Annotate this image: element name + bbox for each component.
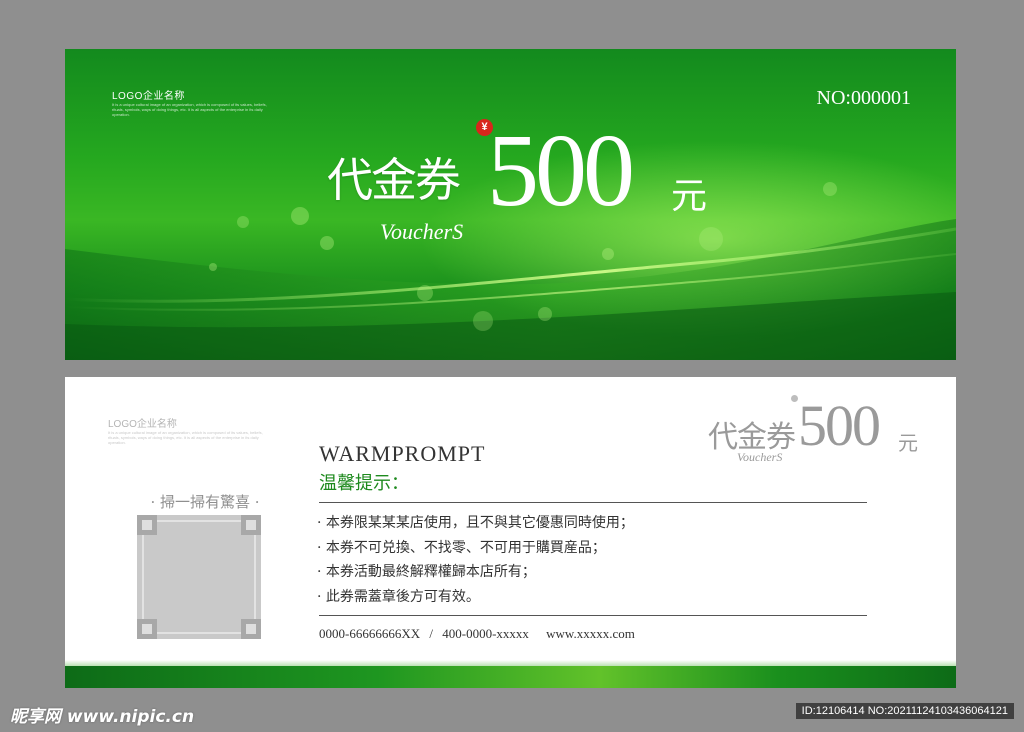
terms-list: · 本券限某某某店使用，且不與其它優惠同時使用； · 本券不可兑換、不找零、不可…: [317, 511, 634, 609]
scratch-label: · 掃一掃有驚喜 ·: [150, 493, 260, 511]
corner-icon: [241, 515, 261, 535]
company-logo-text: LOGO企业名称: [112, 91, 185, 102]
divider: [319, 502, 867, 503]
voucher-title-cn: 代金券: [327, 153, 461, 207]
scratch-area[interactable]: [137, 515, 261, 639]
corner-icon: [137, 619, 157, 639]
voucher-front: LOGO企业名称 It is a unique cultural image o…: [65, 49, 956, 360]
mini-amount: 500: [798, 393, 881, 458]
notice-heading-cn: 温馨提示：: [319, 473, 409, 494]
mini-unit: 元: [898, 431, 918, 455]
company-description: It is a unique cultural image of an orga…: [108, 430, 263, 445]
footer-band: [65, 666, 956, 688]
site-watermark: 昵享网 www.nipic.cn: [10, 707, 195, 727]
voucher-amount: 500: [487, 113, 635, 228]
phone-number: 0000-66666666XX: [319, 626, 421, 641]
terms-item: · 本券限某某某店使用，且不與其它優惠同時使用；: [317, 515, 634, 531]
scratch-frame: [142, 520, 256, 634]
serial-number: NO:000001: [816, 87, 911, 109]
divider: [319, 615, 867, 616]
mini-title-en: VoucherS: [737, 450, 783, 464]
voucher-title-en: VoucherS: [380, 219, 464, 244]
hotline-number: 400-0000-xxxxx: [442, 626, 529, 641]
terms-item: · 本券活動最終解釋權歸本店所有；: [317, 564, 536, 580]
coin-icon: [791, 395, 798, 402]
contact-separator: /: [429, 626, 433, 641]
terms-item: · 本券不可兑換、不找零、不可用于購買産品；: [317, 539, 606, 556]
voucher-back: LOGO企业名称 It is a unique cultural image o…: [65, 377, 956, 688]
notice-heading-en: WARMPROMPT: [319, 441, 486, 466]
contact-line: 0000-66666666XX / 400-0000-xxxxx www.xxx…: [319, 626, 641, 642]
company-logo-text: LOGO企业名称: [108, 419, 177, 430]
company-description: It is a unique cultural image of an orga…: [112, 102, 267, 117]
terms-item: · 此券需蓋章後方可有效。: [317, 588, 480, 605]
website-link[interactable]: www.xxxxx.com: [546, 626, 635, 641]
corner-icon: [241, 619, 261, 639]
corner-icon: [137, 515, 157, 535]
voucher-unit: 元: [671, 176, 708, 217]
image-id-watermark: ID:12106414 NO:20211124103436064121: [795, 703, 1014, 719]
